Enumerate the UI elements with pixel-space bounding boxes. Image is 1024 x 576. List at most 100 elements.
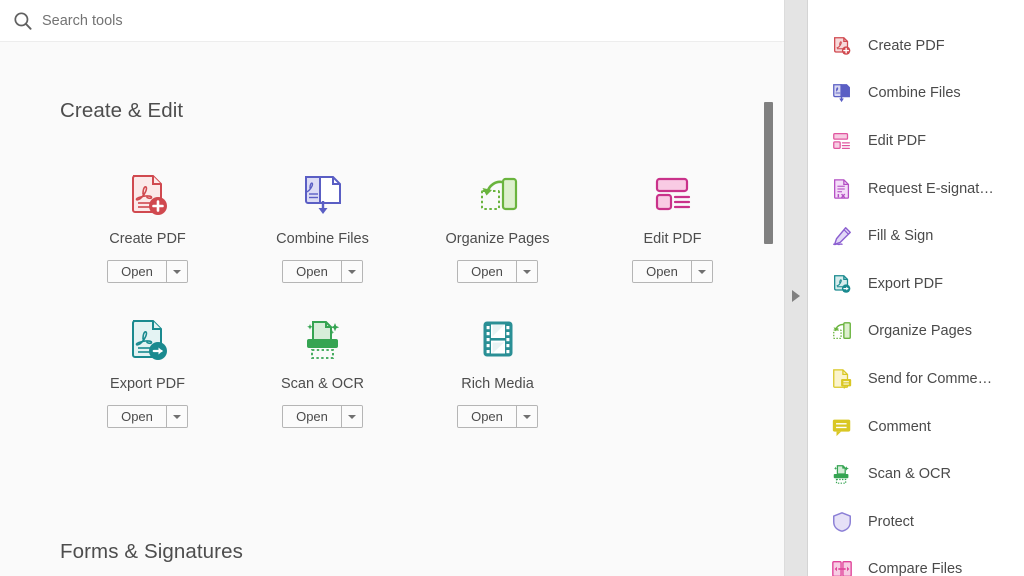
tool-tile-create-pdf[interactable]: Create PDF Open (60, 167, 235, 283)
panel-divider (784, 0, 808, 576)
export-pdf-icon (830, 272, 854, 296)
main-panel: Create & Edit (0, 0, 784, 576)
chevron-down-icon (172, 269, 181, 274)
open-dropdown-toggle[interactable] (516, 406, 537, 427)
sidebar-item-label: Fill & Sign (868, 228, 934, 245)
sidebar-item-fill-sign[interactable]: Fill & Sign (808, 212, 1024, 260)
expand-right-triangle-icon[interactable] (792, 290, 800, 302)
search-bar (0, 0, 784, 42)
sidebar-item-label: Organize Pages (868, 323, 972, 340)
chevron-down-icon (347, 269, 356, 274)
sidebar-item-label: Create PDF (868, 37, 945, 54)
scan-ocr-icon (830, 462, 854, 486)
export-pdf-icon (121, 312, 175, 366)
tool-label: Organize Pages (445, 231, 550, 247)
combine-files-icon (296, 167, 350, 221)
chevron-down-icon (522, 414, 531, 419)
sidebar-item-compare-files[interactable]: Compare Files (808, 546, 1024, 576)
open-button-create-pdf[interactable]: Open (107, 260, 188, 283)
sidebar-item-label: Combine Files (868, 85, 961, 102)
edit-pdf-icon (646, 167, 700, 221)
open-button-scan-ocr[interactable]: Open (282, 405, 363, 428)
tool-label: Export PDF (110, 376, 185, 392)
open-button-combine-files[interactable]: Open (282, 260, 363, 283)
sidebar-item-label: Comment (868, 418, 931, 435)
compare-files-icon (830, 557, 854, 576)
open-dropdown-toggle[interactable] (516, 261, 537, 282)
open-button-label[interactable]: Open (283, 406, 341, 427)
sidebar-item-label: Protect (868, 513, 914, 530)
sidebar-item-label: Export PDF (868, 275, 943, 292)
comment-icon (830, 415, 854, 439)
tools-grid: Create PDF Open Combine Files Open Organ… (60, 167, 760, 428)
sidebar-item-label: Compare Files (868, 561, 963, 576)
open-dropdown-toggle[interactable] (166, 406, 187, 427)
open-button-label[interactable]: Open (108, 406, 166, 427)
tools-grid-row: Create PDF Open Combine Files Open Organ… (60, 167, 760, 283)
organize-pages-icon (830, 319, 854, 343)
sidebar-item-scan-ocr[interactable]: Scan & OCR (808, 450, 1024, 498)
sidebar-item-edit-pdf[interactable]: Edit PDF (808, 117, 1024, 165)
open-dropdown-toggle[interactable] (341, 406, 362, 427)
open-dropdown-toggle[interactable] (166, 261, 187, 282)
search-icon (12, 10, 34, 32)
chevron-down-icon (522, 269, 531, 274)
open-button-rich-media[interactable]: Open (457, 405, 538, 428)
tool-tile-export-pdf[interactable]: Export PDF Open (60, 312, 235, 428)
sidebar-item-label: Send for Comme… (868, 370, 993, 387)
tool-label: Edit PDF (643, 231, 702, 247)
tool-tile-scan-ocr[interactable]: Scan & OCR Open (235, 312, 410, 428)
tool-label: Combine Files (276, 231, 369, 247)
section-heading-create-edit: Create & Edit (60, 99, 184, 122)
edit-pdf-icon (830, 129, 854, 153)
sidebar-item-combine-files[interactable]: Combine Files (808, 70, 1024, 118)
open-button-organize-pages[interactable]: Open (457, 260, 538, 283)
open-dropdown-toggle[interactable] (691, 261, 712, 282)
sidebar-item-organize-pages[interactable]: Organize Pages (808, 308, 1024, 356)
open-button-export-pdf[interactable]: Open (107, 405, 188, 428)
combine-files-icon (830, 81, 854, 105)
tool-label: Rich Media (461, 376, 534, 392)
tool-tile-edit-pdf[interactable]: Edit PDF Open (585, 167, 760, 283)
search-input[interactable] (42, 7, 442, 34)
open-button-edit-pdf[interactable]: Open (632, 260, 713, 283)
protect-shield-icon (830, 510, 854, 534)
tools-page: Create & Edit (0, 0, 1024, 576)
request-esign-icon (830, 177, 854, 201)
tool-label: Scan & OCR (281, 376, 364, 392)
open-button-label[interactable]: Open (283, 261, 341, 282)
open-button-label[interactable]: Open (633, 261, 691, 282)
tools-sidebar: Create PDF Combine Files Edit PDF Reques… (808, 0, 1024, 576)
scan-ocr-icon (296, 312, 350, 366)
organize-pages-icon (471, 167, 525, 221)
scrollbar-thumb[interactable] (764, 102, 773, 244)
sidebar-item-label: Scan & OCR (868, 466, 951, 483)
open-button-label[interactable]: Open (458, 406, 516, 427)
tool-tile-empty (585, 312, 760, 428)
sidebar-item-export-pdf[interactable]: Export PDF (808, 260, 1024, 308)
tool-tile-combine-files[interactable]: Combine Files Open (235, 167, 410, 283)
sidebar-item-label: Edit PDF (868, 132, 927, 149)
sidebar-item-comment[interactable]: Comment (808, 403, 1024, 451)
sidebar-item-send-for-comments[interactable]: Send for Comme… (808, 355, 1024, 403)
tool-tile-organize-pages[interactable]: Organize Pages Open (410, 167, 585, 283)
sidebar-item-protect[interactable]: Protect (808, 498, 1024, 546)
tool-tile-rich-media[interactable]: Rich Media Open (410, 312, 585, 428)
open-dropdown-toggle[interactable] (341, 261, 362, 282)
rich-media-icon (471, 312, 525, 366)
open-button-label[interactable]: Open (108, 261, 166, 282)
create-pdf-icon (121, 167, 175, 221)
sidebar-item-request-esignature[interactable]: Request E-signat… (808, 165, 1024, 213)
tools-content: Create & Edit Create PDF Open Combine Fi… (0, 42, 784, 576)
sidebar-item-label: Request E-signat… (868, 180, 994, 197)
sidebar-item-create-pdf[interactable]: Create PDF (808, 22, 1024, 70)
open-button-label[interactable]: Open (458, 261, 516, 282)
create-pdf-icon (830, 34, 854, 58)
chevron-down-icon (172, 414, 181, 419)
section-heading-forms-signatures: Forms & Signatures (60, 540, 243, 563)
tool-label: Create PDF (109, 231, 186, 247)
main-content-scrollbar[interactable] (762, 88, 775, 572)
tools-grid-row: Export PDF Open Scan & OCR Open Rich Med… (60, 312, 760, 428)
send-for-comment-icon (830, 367, 854, 391)
chevron-down-icon (697, 269, 706, 274)
